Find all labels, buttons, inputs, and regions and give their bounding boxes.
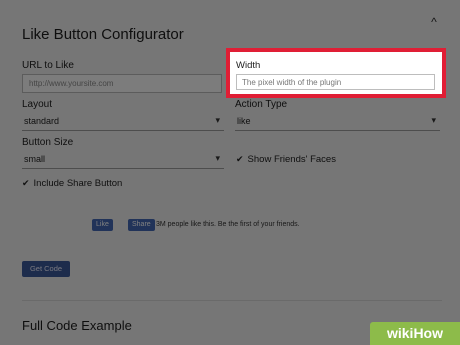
show-faces-checkbox[interactable]: ✔ Show Friends' Faces bbox=[236, 154, 336, 165]
url-label: URL to Like bbox=[22, 60, 74, 71]
button-size-select[interactable]: small ▾ bbox=[22, 151, 224, 169]
layout-select[interactable]: standard ▾ bbox=[22, 113, 224, 131]
width-field-highlight: Width The pixel width of the plugin bbox=[226, 48, 446, 98]
layout-value: standard bbox=[24, 116, 60, 126]
url-input[interactable]: http://www.yoursite.com bbox=[22, 74, 222, 93]
close-icon[interactable]: ^ bbox=[426, 14, 442, 30]
include-share-label: Include Share Button bbox=[33, 178, 123, 189]
chevron-down-icon: ▾ bbox=[215, 115, 220, 125]
button-size-label: Button Size bbox=[22, 137, 74, 148]
page-title: Like Button Configurator bbox=[22, 26, 184, 43]
checkmark-icon: ✔ bbox=[236, 154, 244, 164]
include-share-checkbox[interactable]: ✔ Include Share Button bbox=[22, 178, 122, 189]
wikihow-watermark: wikiHow bbox=[370, 322, 460, 345]
full-code-title: Full Code Example bbox=[22, 318, 132, 333]
action-type-label: Action Type bbox=[235, 99, 288, 110]
checkmark-icon: ✔ bbox=[22, 178, 30, 188]
section-divider bbox=[22, 300, 442, 301]
chevron-down-icon: ▾ bbox=[215, 153, 220, 163]
width-label: Width bbox=[236, 60, 261, 71]
action-type-value: like bbox=[237, 116, 251, 126]
fb-like-button[interactable]: Like bbox=[92, 219, 113, 231]
fb-share-button[interactable]: Share bbox=[128, 219, 155, 231]
action-type-select[interactable]: like ▾ bbox=[235, 113, 440, 131]
get-code-button[interactable]: Get Code bbox=[22, 261, 70, 277]
width-input[interactable]: The pixel width of the plugin bbox=[236, 74, 435, 90]
layout-label: Layout bbox=[22, 99, 53, 110]
chevron-down-icon: ▾ bbox=[431, 115, 436, 125]
social-context-text: 3M people like this. Be the first of you… bbox=[156, 221, 300, 228]
show-faces-label: Show Friends' Faces bbox=[247, 154, 336, 165]
button-size-value: small bbox=[24, 154, 46, 164]
